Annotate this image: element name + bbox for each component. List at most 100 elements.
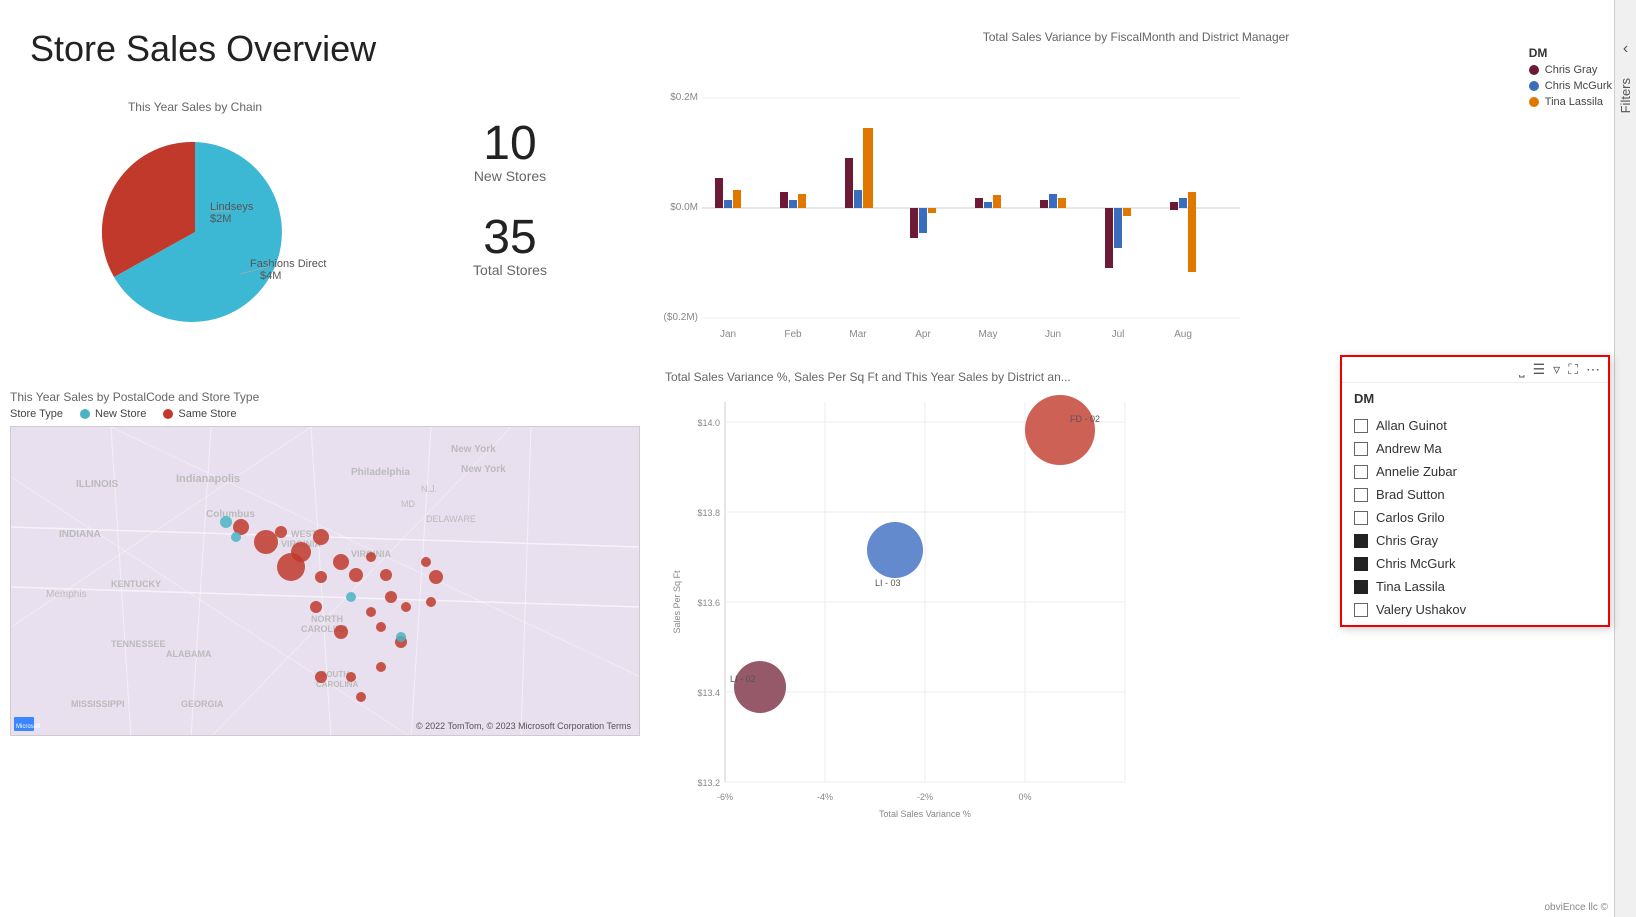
svg-text:LI - 02: LI - 02 bbox=[730, 674, 756, 684]
filter-list-item[interactable]: Chris Gray bbox=[1342, 529, 1608, 552]
map-svg: ILLINOIS INDIANA KENTUCKY TENNESSEE MISS… bbox=[11, 427, 640, 736]
filter-checkbox[interactable] bbox=[1354, 534, 1368, 548]
legend-label-tinalassila: Tina Lassila bbox=[1545, 96, 1603, 108]
filter-list-item[interactable]: Allan Guinot bbox=[1342, 414, 1608, 437]
filter-list-item[interactable]: Brad Sutton bbox=[1342, 483, 1608, 506]
filters-tab[interactable]: ‹ Filters bbox=[1614, 0, 1636, 917]
svg-text:Total Sales Variance %: Total Sales Variance % bbox=[879, 809, 971, 819]
legend-label-chrisgray: Chris Gray bbox=[1545, 64, 1598, 76]
filter-checkbox[interactable] bbox=[1354, 511, 1368, 525]
svg-text:Sales Per Sq Ft: Sales Per Sq Ft bbox=[672, 570, 682, 634]
filter-item-label: Valery Ushakov bbox=[1376, 602, 1466, 617]
filter-panel: ⎵ ☰ ▿ ⛶ ⋯ DM Allan Guinot Andrew Ma Anneli… bbox=[1340, 355, 1610, 627]
svg-text:FD - 02: FD - 02 bbox=[1070, 414, 1100, 424]
svg-text:-6%: -6% bbox=[717, 792, 733, 802]
filter-item-label: Annelie Zubar bbox=[1376, 464, 1457, 479]
svg-text:ILLINOIS: ILLINOIS bbox=[76, 479, 119, 490]
legend-dot-chrismcgurk bbox=[1529, 81, 1539, 91]
scatter-chart-svg: $13.2 $13.4 $13.6 $13.8 $14.0 -6% -4% -2… bbox=[665, 392, 1155, 822]
filter-list-item[interactable]: Tina Lassila bbox=[1342, 575, 1608, 598]
filter-list-item[interactable]: Valery Ushakov bbox=[1342, 598, 1608, 621]
legend-label-chrismcgurk: Chris McGurk bbox=[1545, 80, 1612, 92]
map-legend-newstore-label: New Store bbox=[95, 408, 146, 420]
svg-text:Jan: Jan bbox=[720, 329, 736, 340]
new-stores-number: 10 bbox=[430, 120, 590, 168]
map-copyright: © 2022 TomTom, © 2023 Microsoft Corporat… bbox=[416, 721, 631, 731]
svg-text:ALABAMA: ALABAMA bbox=[166, 649, 212, 659]
filter-item-label: Chris Gray bbox=[1376, 533, 1438, 548]
legend-item-chrisgray: Chris Gray bbox=[1529, 64, 1612, 76]
svg-text:DELAWARE: DELAWARE bbox=[426, 514, 476, 524]
filter-panel-expand-icon[interactable]: ⎵ bbox=[1519, 361, 1525, 378]
svg-text:NORTH: NORTH bbox=[311, 614, 343, 624]
filter-panel-filter-icon[interactable]: ▿ bbox=[1553, 361, 1560, 378]
filter-list-item[interactable]: Chris McGurk bbox=[1342, 552, 1608, 575]
filter-item-label: Chris McGurk bbox=[1376, 556, 1455, 571]
company-label: obviEnce llc © bbox=[1544, 902, 1608, 913]
map-title: This Year Sales by PostalCode and Store … bbox=[10, 390, 660, 404]
svg-text:MISSISSIPPI: MISSISSIPPI bbox=[71, 699, 125, 709]
svg-text:Memphis: Memphis bbox=[46, 589, 87, 600]
scatter-chart-title: Total Sales Variance %, Sales Per Sq Ft … bbox=[665, 370, 1155, 384]
page-title: Store Sales Overview bbox=[30, 28, 376, 70]
map-legend-samestore-label: Same Store bbox=[178, 408, 236, 420]
svg-text:INDIANA: INDIANA bbox=[59, 529, 101, 540]
svg-text:Jun: Jun bbox=[1045, 329, 1061, 340]
filter-list-item[interactable]: Carlos Grilo bbox=[1342, 506, 1608, 529]
back-icon[interactable]: ‹ bbox=[1623, 40, 1628, 58]
filter-checkbox[interactable] bbox=[1354, 557, 1368, 571]
map-section: This Year Sales by PostalCode and Store … bbox=[10, 390, 660, 880]
filter-checkbox[interactable] bbox=[1354, 419, 1368, 433]
legend-dm-label: DM bbox=[1529, 46, 1612, 60]
legend-dot-tinalassila bbox=[1529, 97, 1539, 107]
svg-text:0%: 0% bbox=[1018, 792, 1031, 802]
svg-text:MD: MD bbox=[401, 499, 415, 509]
filter-checkbox[interactable] bbox=[1354, 488, 1368, 502]
filter-list-item[interactable]: Andrew Ma bbox=[1342, 437, 1608, 460]
filter-panel-list-icon[interactable]: ☰ bbox=[1533, 361, 1546, 378]
map-legend-newstore: New Store bbox=[79, 408, 146, 420]
filter-item-label: Brad Sutton bbox=[1376, 487, 1445, 502]
svg-text:TENNESSEE: TENNESSEE bbox=[111, 639, 166, 649]
svg-text:-4%: -4% bbox=[817, 792, 833, 802]
pie-chart-section: This Year Sales by Chain Lindseys $2M Fa… bbox=[30, 100, 360, 350]
filter-panel-more-icon[interactable]: ⋯ bbox=[1586, 361, 1600, 378]
legend-item-tinalassila: Tina Lassila bbox=[1529, 96, 1612, 108]
svg-text:Philadelphia: Philadelphia bbox=[351, 467, 410, 478]
scatter-chart-section: Total Sales Variance %, Sales Per Sq Ft … bbox=[665, 370, 1155, 880]
filter-item-label: Tina Lassila bbox=[1376, 579, 1445, 594]
filter-checkbox[interactable] bbox=[1354, 442, 1368, 456]
map-legend-samestore: Same Store bbox=[162, 408, 236, 420]
svg-text:New York: New York bbox=[461, 464, 506, 475]
svg-text:$13.4: $13.4 bbox=[697, 688, 720, 698]
svg-text:($0.2M): ($0.2M) bbox=[664, 312, 698, 323]
svg-text:LI - 03: LI - 03 bbox=[875, 578, 901, 588]
pie-chart-title: This Year Sales by Chain bbox=[30, 100, 360, 114]
pie-value-lindseys: $2M bbox=[210, 213, 231, 225]
filter-list-item[interactable]: Annelie Zubar bbox=[1342, 460, 1608, 483]
filter-item-label: Allan Guinot bbox=[1376, 418, 1447, 433]
svg-text:Jul: Jul bbox=[1112, 329, 1125, 340]
filter-panel-title: DM bbox=[1342, 383, 1608, 410]
store-counts-section: 10 New Stores 35 Total Stores bbox=[430, 120, 590, 308]
svg-text:May: May bbox=[979, 329, 998, 340]
filter-panel-list: Allan Guinot Andrew Ma Annelie Zubar Brad S… bbox=[1342, 410, 1608, 625]
filter-checkbox[interactable] bbox=[1354, 580, 1368, 594]
svg-text:$0.2M: $0.2M bbox=[670, 92, 698, 103]
filter-panel-header: ⎵ ☰ ▿ ⛶ ⋯ bbox=[1342, 357, 1608, 383]
filter-item-label: Andrew Ma bbox=[1376, 441, 1442, 456]
bar-chart-legend: DM Chris Gray Chris McGurk Tina Lassila bbox=[1529, 46, 1612, 112]
filter-panel-focus-icon[interactable]: ⛶ bbox=[1568, 361, 1578, 378]
map-container[interactable]: ILLINOIS INDIANA KENTUCKY TENNESSEE MISS… bbox=[10, 426, 640, 736]
svg-text:Feb: Feb bbox=[784, 329, 802, 340]
filter-checkbox[interactable] bbox=[1354, 465, 1368, 479]
svg-text:Apr: Apr bbox=[915, 329, 931, 340]
filters-label[interactable]: Filters bbox=[1618, 78, 1633, 113]
new-stores-label: New Stores bbox=[430, 168, 590, 184]
map-legend: Store Type New Store Same Store bbox=[10, 408, 660, 420]
svg-text:$13.6: $13.6 bbox=[697, 598, 720, 608]
filter-checkbox[interactable] bbox=[1354, 603, 1368, 617]
filter-item-label: Carlos Grilo bbox=[1376, 510, 1445, 525]
svg-text:-2%: -2% bbox=[917, 792, 933, 802]
map-legend-title: Store Type bbox=[10, 408, 63, 420]
